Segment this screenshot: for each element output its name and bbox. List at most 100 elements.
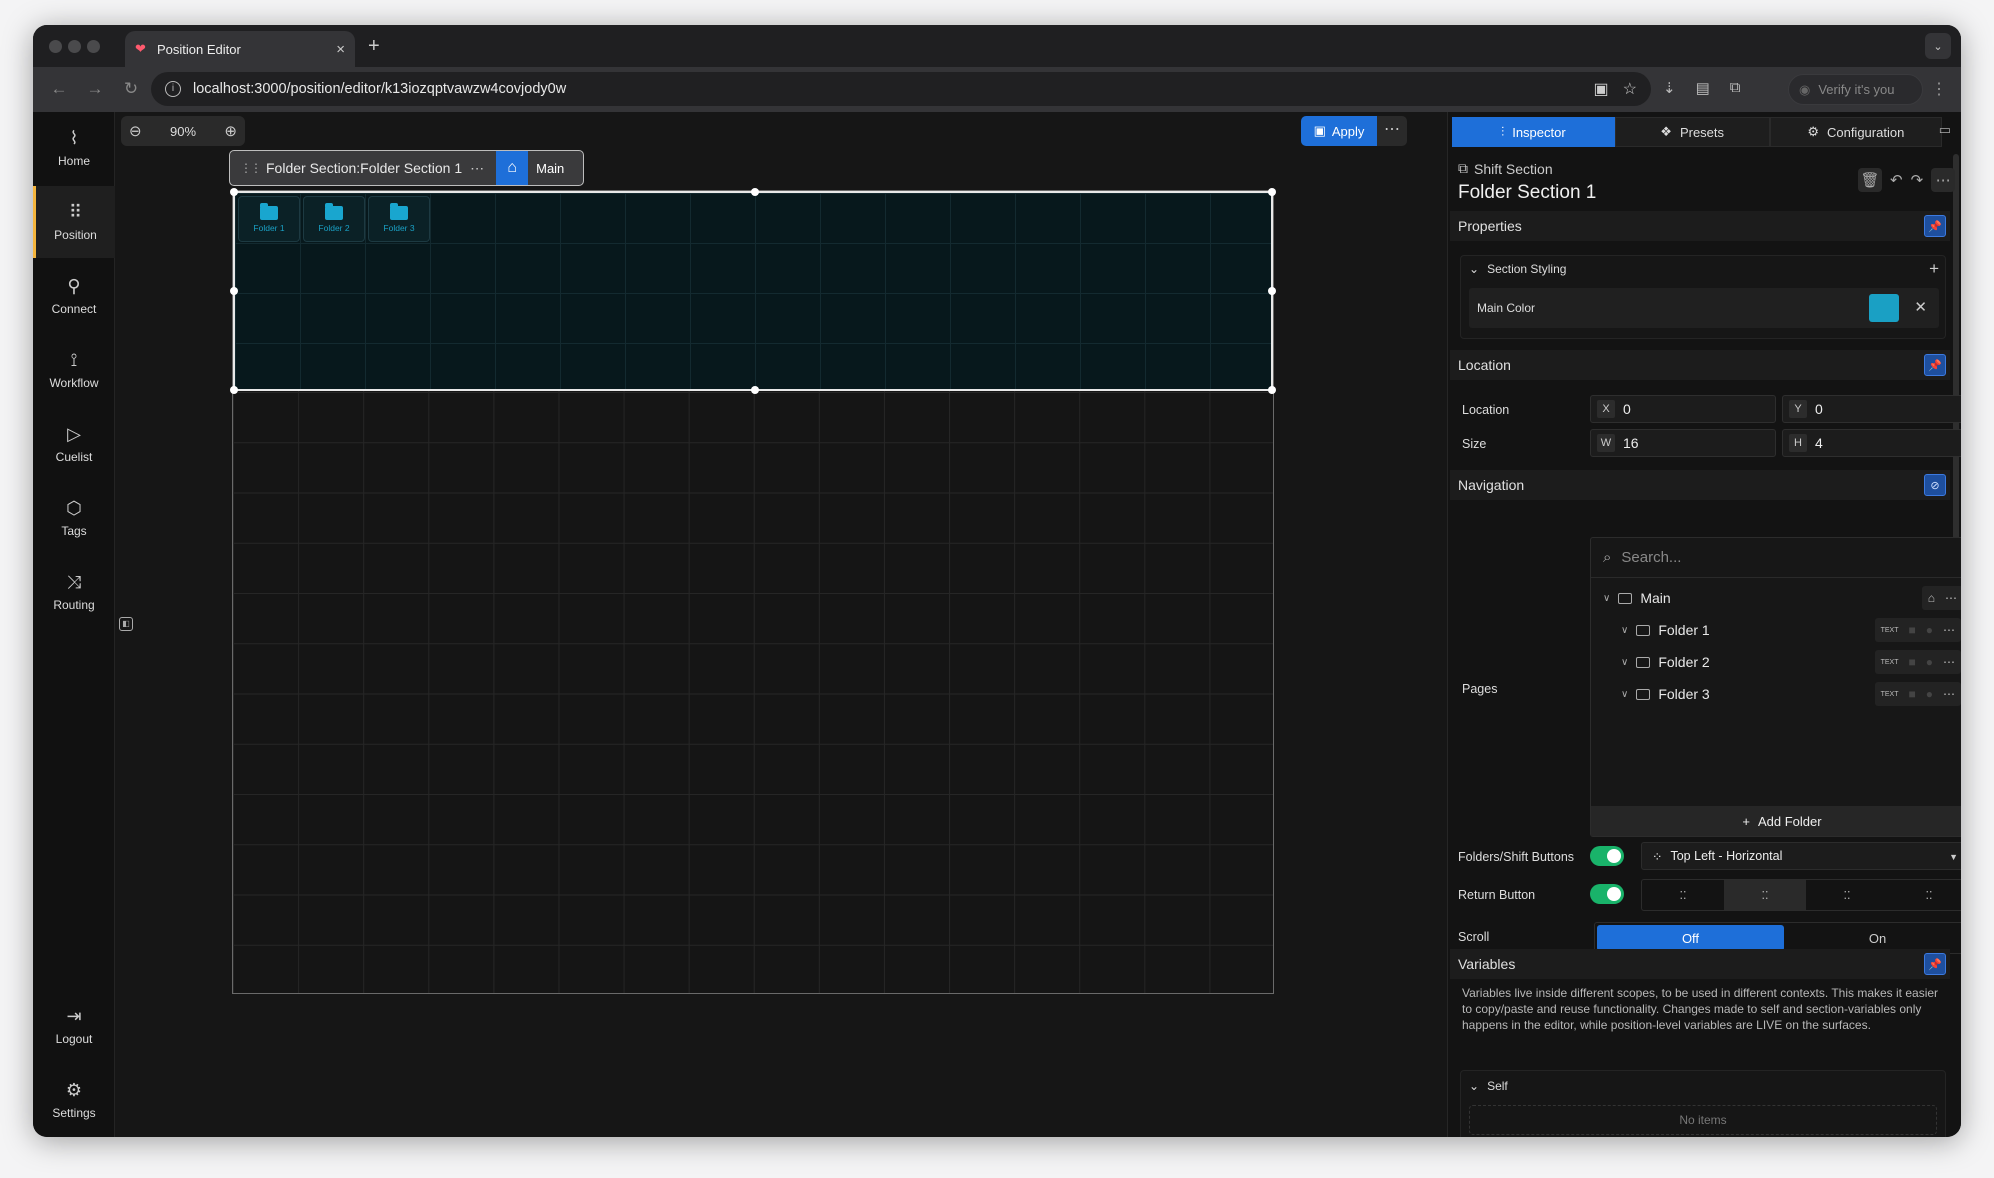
more-icon[interactable]: ⋯ bbox=[1931, 168, 1956, 192]
close-tab-icon[interactable]: × bbox=[336, 41, 345, 58]
sidebar-item-position[interactable]: ⠿ Position bbox=[33, 186, 115, 258]
tab-presets[interactable]: ❖ Presets bbox=[1614, 117, 1770, 147]
sidepanel-icon[interactable]: ▤ bbox=[1696, 79, 1710, 97]
chevron-down-icon[interactable]: ∨ bbox=[1621, 689, 1628, 700]
tree-item-main[interactable]: ∨ Main ⌂ ⋯ bbox=[1603, 584, 1961, 612]
add-style-icon[interactable]: + bbox=[1929, 259, 1939, 279]
new-tab-icon[interactable]: + bbox=[368, 35, 380, 58]
sidebar-item-routing[interactable]: ⤨ Routing bbox=[33, 556, 115, 628]
folder-button-2[interactable]: Folder 2 bbox=[303, 196, 365, 242]
window-minimize-dot[interactable] bbox=[68, 40, 81, 53]
folders-shift-toggle[interactable] bbox=[1590, 846, 1624, 866]
site-info-icon[interactable]: i bbox=[165, 81, 181, 97]
text-badge-icon[interactable]: TEXT bbox=[1881, 659, 1899, 666]
sidebar-item-cuelist[interactable]: ▷ Cuelist bbox=[33, 408, 115, 480]
download-icon[interactable]: ⇣ bbox=[1663, 79, 1676, 97]
apply-more-button[interactable]: ⋯ bbox=[1377, 116, 1407, 146]
reload-icon[interactable]: ↻ bbox=[113, 79, 149, 99]
section-styling-toggle[interactable]: ⌄ Section Styling bbox=[1469, 262, 1566, 276]
tree-item-folder-2[interactable]: ∨ Folder 2 TEXT ■ ● ⋯ bbox=[1621, 648, 1961, 676]
resize-handle-ne[interactable] bbox=[1268, 188, 1276, 196]
folder-section[interactable]: Folder 1 Folder 2 Folder 3 bbox=[230, 188, 1276, 394]
resize-handle-w[interactable] bbox=[230, 287, 238, 295]
variables-header[interactable]: Variables 📌 bbox=[1450, 949, 1950, 979]
tab-configuration[interactable]: ⚙ Configuration bbox=[1769, 117, 1942, 147]
tree-item-folder-3[interactable]: ∨ Folder 3 TEXT ■ ● ⋯ bbox=[1621, 680, 1961, 708]
resize-handle-se[interactable] bbox=[1268, 386, 1276, 394]
drop-icon[interactable]: ● bbox=[1926, 655, 1933, 669]
square-icon[interactable]: ■ bbox=[1909, 623, 1916, 637]
chevron-down-icon[interactable]: ∨ bbox=[1621, 625, 1628, 636]
drag-handle-icon[interactable]: ⋮⋮ bbox=[240, 161, 262, 175]
apply-button[interactable]: ▣ Apply bbox=[1301, 116, 1377, 146]
section-more-icon[interactable]: ⋯ bbox=[470, 160, 484, 177]
navigation-header[interactable]: Navigation ⊘ bbox=[1450, 470, 1950, 500]
position-bottom-right-icon[interactable]: ⁚⁚ bbox=[1888, 880, 1961, 910]
more-icon[interactable]: ⋯ bbox=[1943, 655, 1955, 669]
redo-icon[interactable]: ↷ bbox=[1911, 171, 1924, 189]
sidebar-item-logout[interactable]: ⇥ Logout bbox=[33, 990, 115, 1062]
drop-icon[interactable]: ● bbox=[1926, 623, 1933, 637]
window-maximize-dot[interactable] bbox=[87, 40, 100, 53]
position-bottom-left-icon[interactable]: ⁚⁚ bbox=[1806, 880, 1888, 910]
unpin-icon[interactable]: ⊘ bbox=[1924, 474, 1946, 496]
zoom-in-icon[interactable]: ⊕ bbox=[224, 122, 237, 140]
undo-icon[interactable]: ↶ bbox=[1890, 171, 1903, 189]
sidebar-item-connect[interactable]: ⚲ Connect bbox=[33, 260, 115, 332]
home-icon[interactable]: ⌂ bbox=[1928, 591, 1935, 605]
chevron-down-icon[interactable]: ∨ bbox=[1603, 593, 1610, 604]
pin-icon[interactable]: 📌 bbox=[1924, 215, 1946, 237]
chevron-down-icon[interactable]: ∨ bbox=[1621, 657, 1628, 668]
add-folder-button[interactable]: + Add Folder bbox=[1591, 806, 1961, 836]
section-chip[interactable]: ⋮⋮ Folder Section:Folder Section 1 ⋯ ⌂ M… bbox=[229, 150, 584, 186]
resize-handle-n[interactable] bbox=[751, 188, 759, 196]
h-field[interactable]: H 4 bbox=[1782, 429, 1961, 457]
w-field[interactable]: W 16 bbox=[1590, 429, 1776, 457]
more-icon[interactable]: ⋯ bbox=[1943, 687, 1955, 701]
self-toggle[interactable]: ⌄ Self bbox=[1469, 1079, 1508, 1093]
folder-button-3[interactable]: Folder 3 bbox=[368, 196, 430, 242]
sidebar-item-tags[interactable]: ⬡ Tags bbox=[33, 482, 115, 554]
position-top-center-icon[interactable]: ⁚⁚ bbox=[1724, 880, 1806, 910]
clipboard-icon[interactable]: ▣ bbox=[1594, 79, 1609, 99]
tree-item-folder-1[interactable]: ∨ Folder 1 TEXT ■ ● ⋯ bbox=[1621, 616, 1961, 644]
drop-icon[interactable]: ● bbox=[1926, 687, 1933, 701]
clear-color-icon[interactable]: ✕ bbox=[1914, 298, 1927, 316]
scroll-on-button[interactable]: On bbox=[1784, 925, 1961, 951]
scroll-off-button[interactable]: Off bbox=[1597, 925, 1784, 951]
home-icon[interactable]: ⌂ bbox=[496, 151, 529, 185]
resize-handle-s[interactable] bbox=[751, 386, 759, 394]
window-close-dot[interactable] bbox=[49, 40, 62, 53]
chevron-down-icon[interactable]: ⌄ bbox=[1925, 33, 1951, 59]
sidebar-item-settings[interactable]: ⚙ Settings bbox=[33, 1064, 115, 1136]
folders-shift-select[interactable]: ⁘ Top Left - Horizontal ▼ bbox=[1641, 842, 1961, 870]
more-icon[interactable]: ⋯ bbox=[1945, 591, 1957, 605]
verify-button[interactable]: ◉ Verify it's you bbox=[1788, 74, 1923, 105]
panel-layout-icon[interactable]: ▭ bbox=[1939, 122, 1951, 138]
folder-button-1[interactable]: Folder 1 bbox=[238, 196, 300, 242]
resize-handle-sw[interactable] bbox=[230, 386, 238, 394]
extensions-icon[interactable]: ⧉ bbox=[1730, 79, 1741, 97]
color-swatch[interactable] bbox=[1869, 294, 1899, 322]
star-icon[interactable]: ☆ bbox=[1623, 79, 1637, 99]
resize-handle-e[interactable] bbox=[1268, 287, 1276, 295]
browser-tab[interactable]: ❤ Position Editor × bbox=[125, 31, 355, 67]
forward-icon[interactable]: → bbox=[77, 79, 113, 99]
location-header[interactable]: Location 📌 bbox=[1450, 350, 1950, 380]
tab-inspector[interactable]: ⫶ Inspector bbox=[1452, 117, 1615, 147]
position-grid[interactable]: Folder 1 Folder 2 Folder 3 bbox=[230, 188, 1276, 994]
resize-handle-nw[interactable] bbox=[230, 188, 238, 196]
collapse-panel-icon[interactable]: ◧ bbox=[119, 617, 133, 631]
more-icon[interactable]: ⋯ bbox=[1943, 623, 1955, 637]
back-icon[interactable]: ← bbox=[41, 79, 77, 99]
address-bar[interactable]: i localhost:3000/position/editor/k13iozq… bbox=[151, 72, 1651, 106]
trash-icon[interactable]: 🗑 bbox=[1858, 168, 1882, 192]
y-field[interactable]: Y 0 bbox=[1782, 395, 1961, 423]
x-field[interactable]: X 0 bbox=[1590, 395, 1776, 423]
text-badge-icon[interactable]: TEXT bbox=[1881, 691, 1899, 698]
pin-icon[interactable]: 📌 bbox=[1924, 953, 1946, 975]
browser-menu-icon[interactable]: ⋮ bbox=[1931, 79, 1947, 99]
text-badge-icon[interactable]: TEXT bbox=[1881, 627, 1899, 634]
pin-icon[interactable]: 📌 bbox=[1924, 354, 1946, 376]
main-page-label[interactable]: Main bbox=[536, 161, 564, 176]
